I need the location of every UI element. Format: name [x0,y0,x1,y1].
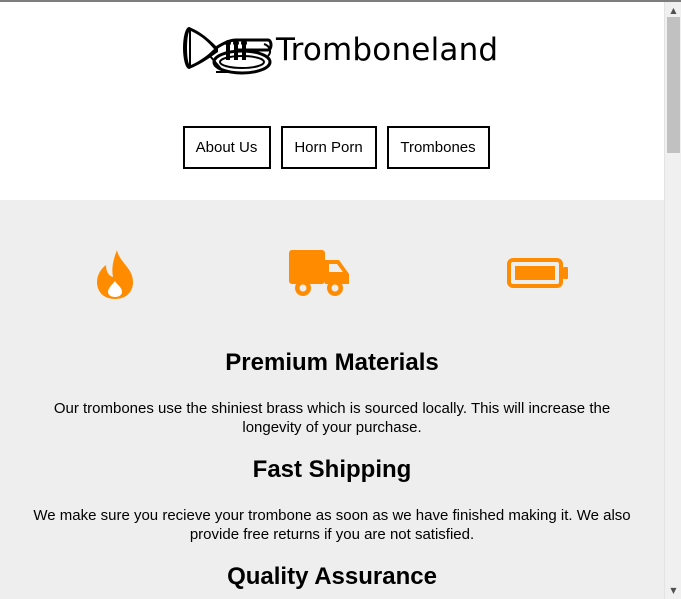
nav-trombones-button[interactable]: Trombones [386,126,490,169]
features-section: Premium Materials Our trombones use the … [0,200,664,599]
feature-premium-materials: Premium Materials Our trombones use the … [0,349,664,437]
window-top-border [0,0,681,2]
feature-title: Premium Materials [225,349,439,376]
feature-icons-row [0,248,664,300]
brand[interactable]: Tromboneland [180,22,498,78]
page-viewport: Tromboneland About Us Horn Porn Trombone… [0,0,664,599]
tuba-icon [183,27,273,75]
scrollbar-thumb[interactable] [667,17,680,153]
feature-title: Fast Shipping [252,456,412,483]
main-nav: About Us Horn Porn Trombones [0,126,664,169]
feature-quality-assurance: Quality Assurance [0,563,664,591]
truck-icon [289,250,349,296]
site-title: Tromboneland [276,32,499,68]
nav-about-us-button[interactable]: About Us [182,126,271,169]
nav-horn-porn-button[interactable]: Horn Porn [280,126,377,169]
feature-title: Quality Assurance [227,563,437,590]
vertical-scrollbar[interactable]: ▲ ▼ [664,0,681,599]
feature-description: Our trombones use the shiniest brass whi… [53,400,611,436]
site-header: Tromboneland About Us Horn Porn Trombone… [0,0,664,200]
fire-icon [97,250,133,299]
feature-description: We make sure you recieve your trombone a… [33,507,631,543]
feature-fast-shipping: Fast Shipping We make sure you recieve y… [0,456,664,544]
scroll-down-arrow-icon[interactable]: ▼ [665,582,681,599]
battery-full-icon [507,258,568,288]
